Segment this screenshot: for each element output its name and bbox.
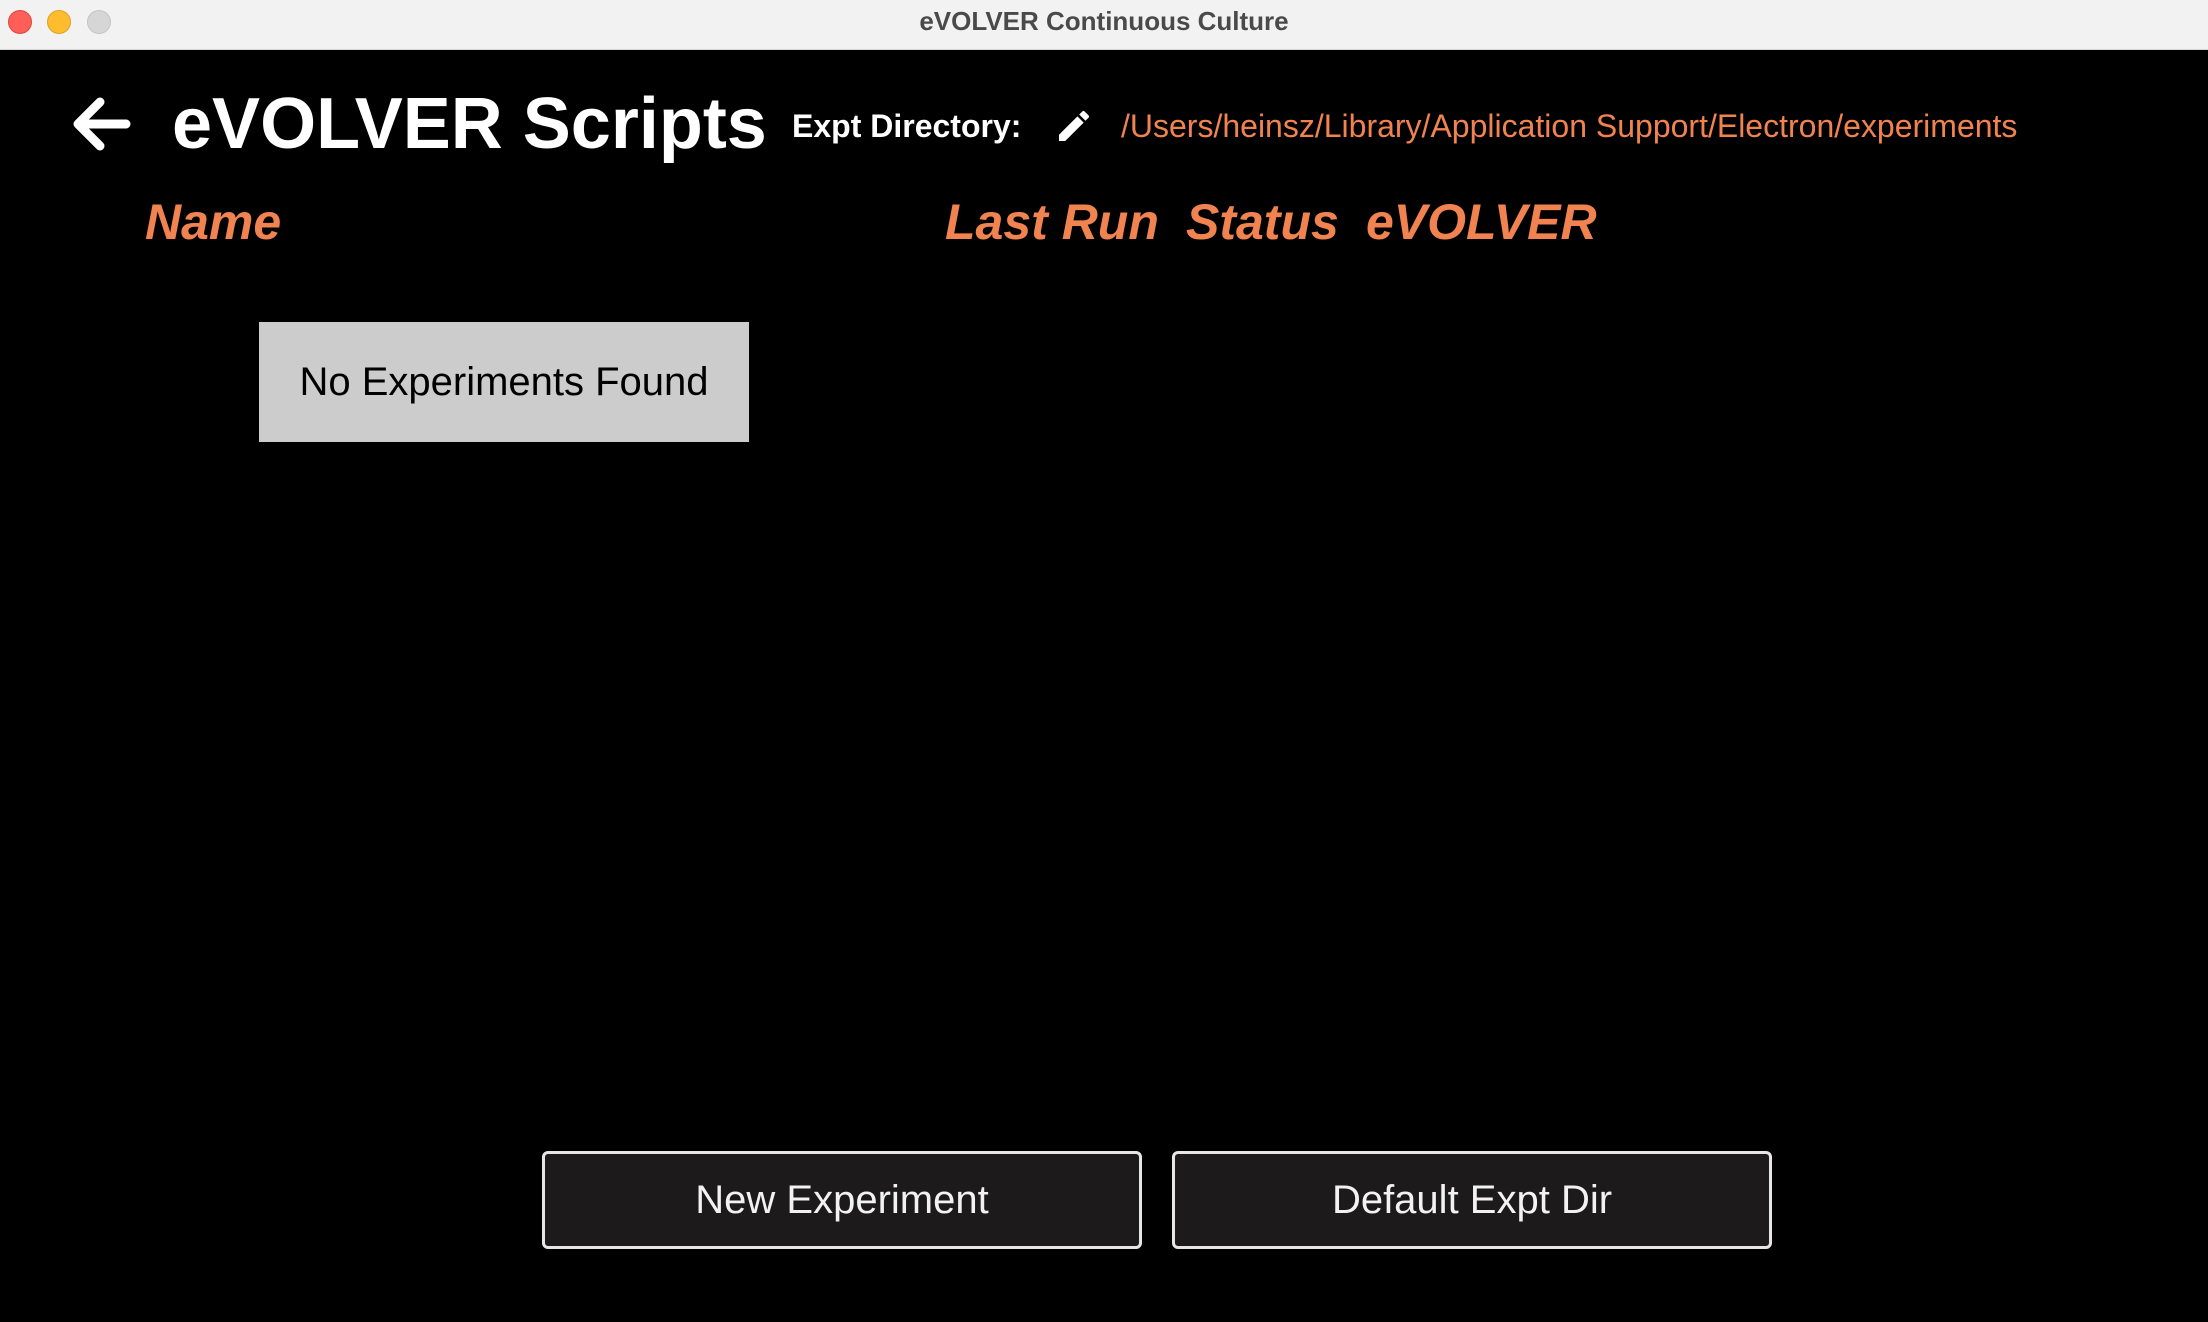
column-header-name: Name — [145, 194, 282, 250]
column-header-evolver: eVOLVER — [1366, 194, 1597, 250]
app-window: eVOLVER Continuous Culture eVOLVER Scrip… — [0, 0, 2208, 1322]
edit-directory-button[interactable] — [1054, 106, 1094, 146]
arrow-left-icon — [73, 97, 131, 151]
empty-state-message: No Experiments Found — [259, 322, 749, 442]
window-title: eVOLVER Continuous Culture — [919, 6, 1289, 36]
column-header-status: Status — [1186, 194, 1339, 250]
directory-label: Expt Directory: — [792, 108, 1022, 144]
column-header-last-run: Last Run — [945, 194, 1159, 250]
back-button[interactable] — [70, 92, 134, 156]
pencil-icon — [1059, 110, 1090, 141]
page-title: eVOLVER Scripts — [172, 84, 767, 164]
default-expt-dir-button[interactable]: Default Expt Dir — [1172, 1151, 1772, 1249]
directory-path: /Users/heinsz/Library/Application Suppor… — [1121, 108, 2018, 144]
title-bar: eVOLVER Continuous Culture — [0, 0, 2208, 50]
new-experiment-button[interactable]: New Experiment — [542, 1151, 1142, 1249]
